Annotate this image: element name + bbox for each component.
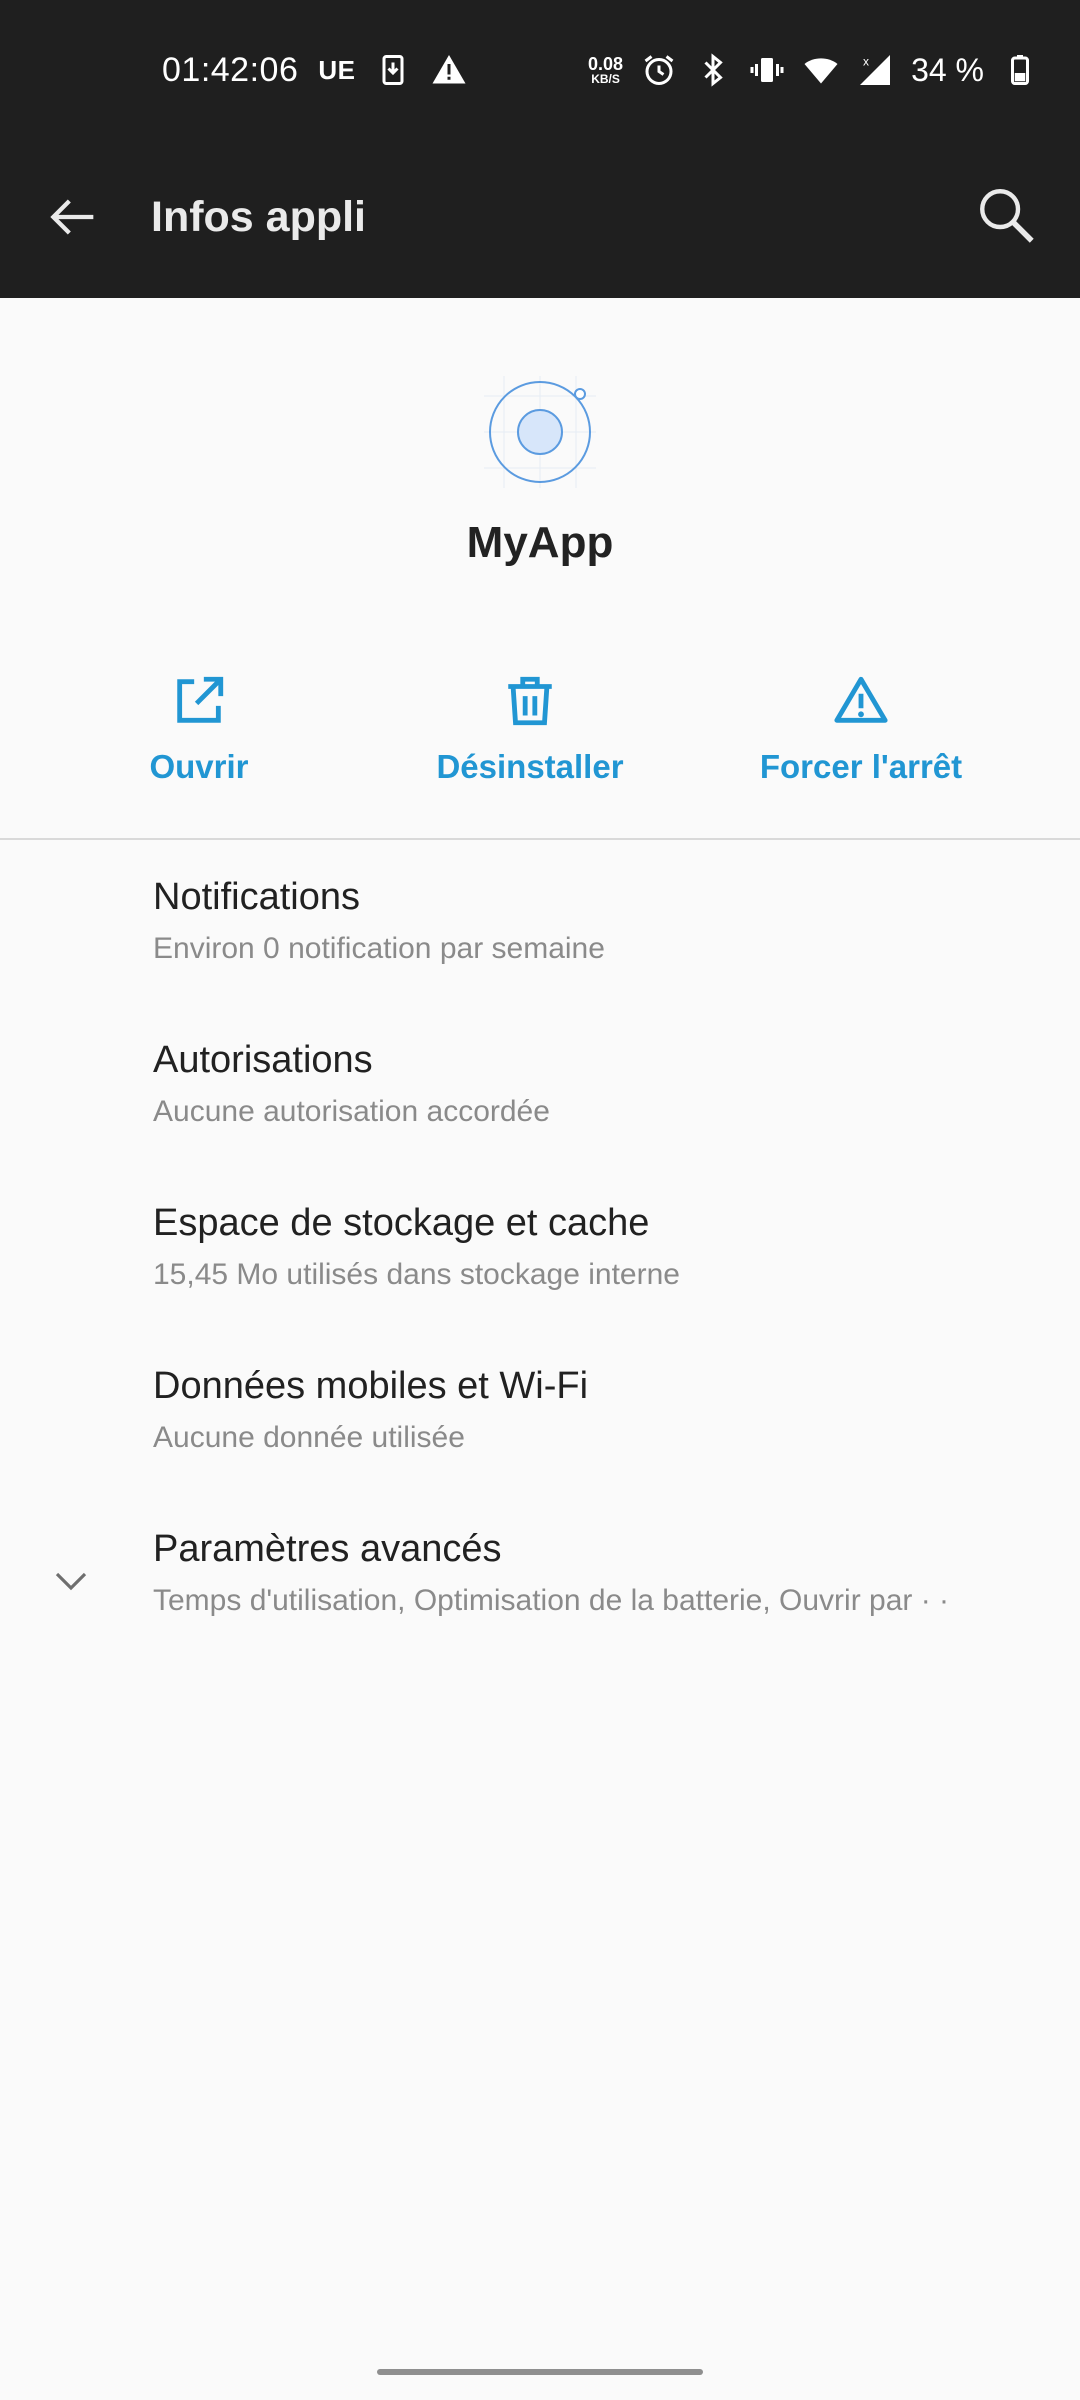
warning-triangle-icon <box>834 676 888 723</box>
list-item-subtitle: Temps d'utilisation, Optimisation de la … <box>153 1584 950 1617</box>
page-title: Infos appli <box>151 193 366 241</box>
download-icon <box>382 55 404 85</box>
clock: 01:42:06 <box>162 50 299 89</box>
signal-icon: x <box>860 55 891 85</box>
list-item-subtitle: Aucune autorisation accordée <box>153 1095 550 1128</box>
list-item-title: Paramètres avancés <box>153 1528 502 1570</box>
app-icon <box>484 376 596 488</box>
app-name: MyApp <box>466 518 614 567</box>
alarm-icon <box>644 55 674 85</box>
force-stop-button[interactable]: Forcer l'arrêt <box>711 672 1011 792</box>
list-item-data-usage[interactable]: Données mobiles et Wi-Fi Aucune donnée u… <box>0 1365 1080 1525</box>
chevron-down-icon <box>55 1572 87 1591</box>
status-right: 0.08 KB/S x 34 % <box>588 46 1038 94</box>
battery-icon <box>1011 55 1029 85</box>
list-item-title: Autorisations <box>153 1039 373 1081</box>
warning-icon <box>432 55 466 84</box>
divider <box>0 838 1080 840</box>
list-item-title: Données mobiles et Wi-Fi <box>153 1365 589 1407</box>
trash-icon <box>508 676 552 726</box>
bluetooth-icon <box>704 53 723 87</box>
battery-percent: 34 % <box>911 51 984 88</box>
uninstall-label: Désinstaller <box>436 748 624 785</box>
list-item-title: Notifications <box>153 876 360 918</box>
list-item-subtitle: 15,45 Mo utilisés dans stockage interne <box>153 1258 680 1291</box>
open-button[interactable]: Ouvrir <box>49 672 349 792</box>
home-indicator[interactable] <box>377 2369 703 2375</box>
svg-text:x: x <box>863 55 869 69</box>
uninstall-button[interactable]: Désinstaller <box>380 672 680 792</box>
back-arrow-icon[interactable] <box>40 185 104 249</box>
search-icon[interactable] <box>974 183 1040 249</box>
vibrate-icon <box>750 58 784 82</box>
status-bar: 01:42:06 UE 0.08 KB/S x 34 % <box>0 0 1080 135</box>
app-bar: Infos appli <box>0 135 1080 298</box>
force-stop-label: Forcer l'arrêt <box>759 748 963 785</box>
list-item-permissions[interactable]: Autorisations Aucune autorisation accord… <box>0 1039 1080 1199</box>
list-item-notifications[interactable]: Notifications Environ 0 notification par… <box>0 876 1080 1036</box>
carrier-label: UE <box>318 54 356 85</box>
wifi-icon <box>804 58 838 84</box>
list-item-subtitle: Environ 0 notification par semaine <box>153 932 605 965</box>
net-speed: 0.08 KB/S <box>588 54 624 86</box>
open-external-icon <box>177 676 224 723</box>
list-item-title: Espace de stockage et cache <box>153 1202 650 1244</box>
action-row: Ouvrir Désinstaller Forcer l'arrêt <box>0 672 1080 792</box>
open-label: Ouvrir <box>149 748 249 785</box>
status-left: 01:42:06 UE <box>162 46 467 94</box>
list-item-advanced[interactable]: Paramètres avancés Temps d'utilisation, … <box>0 1528 1080 1688</box>
list-item-subtitle: Aucune donnée utilisée <box>153 1421 465 1454</box>
list-item-storage[interactable]: Espace de stockage et cache 15,45 Mo uti… <box>0 1202 1080 1362</box>
